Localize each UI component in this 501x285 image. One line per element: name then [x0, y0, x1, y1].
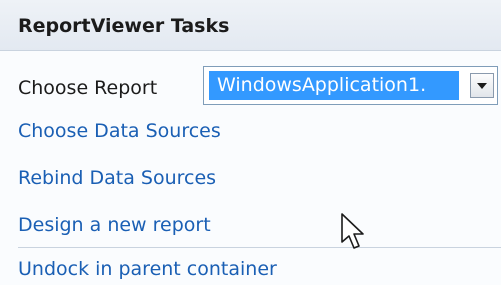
- dropdown-button[interactable]: [470, 73, 494, 98]
- undock-parent-container-link[interactable]: Undock in parent container: [18, 258, 277, 280]
- reportviewer-tasks-panel: ReportViewer Tasks Choose Report Windows…: [0, 0, 501, 285]
- panel-title: ReportViewer Tasks: [18, 15, 230, 37]
- choose-data-sources-link[interactable]: Choose Data Sources: [18, 120, 221, 142]
- chevron-down-icon: [477, 83, 487, 89]
- panel-header: ReportViewer Tasks: [0, 0, 501, 51]
- choose-report-label: Choose Report: [18, 77, 158, 99]
- rebind-data-sources-link[interactable]: Rebind Data Sources: [18, 167, 216, 189]
- choose-report-dropdown[interactable]: WindowsApplication1.: [203, 66, 498, 105]
- choose-report-selected-value[interactable]: WindowsApplication1.: [209, 71, 459, 100]
- design-new-report-link[interactable]: Design a new report: [18, 214, 211, 236]
- mouse-pointer-icon: [341, 213, 364, 249]
- divider: [18, 247, 501, 248]
